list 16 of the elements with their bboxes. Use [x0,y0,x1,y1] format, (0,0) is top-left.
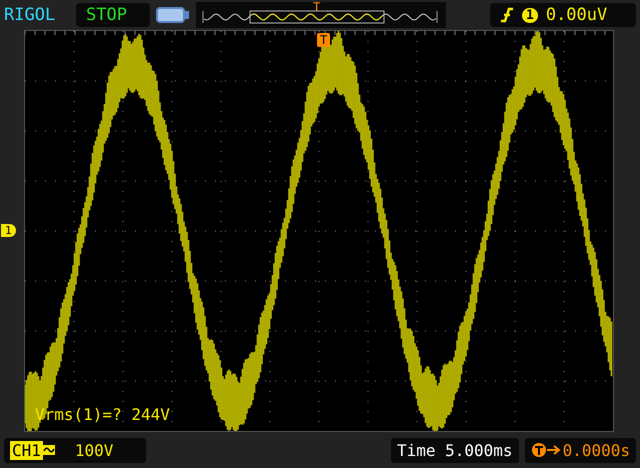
vertical-scale: 100V [74,440,114,460]
trigger-position-marker[interactable]: T [317,33,330,47]
rising-edge-icon [500,7,514,23]
run-stop-status[interactable]: STOP [76,3,150,27]
brand-logo: RIGOL [4,5,56,25]
channel-label[interactable]: CH1 [10,440,43,460]
timebase-readout: Time 5.000ms [390,438,519,462]
channel-offset-marker[interactable]: 1 [1,224,16,237]
ac-coupling-icon [42,445,55,455]
trigger-offset-icon [530,442,561,458]
battery-icon [156,6,190,24]
memory-waveform-icon [202,10,438,24]
trigger-position-marker: T [313,0,320,14]
trigger-level: 0.00uV [546,5,608,25]
trigger-offset: 0.0000s [562,440,630,460]
trigger-source-badge: 1 [522,8,538,22]
